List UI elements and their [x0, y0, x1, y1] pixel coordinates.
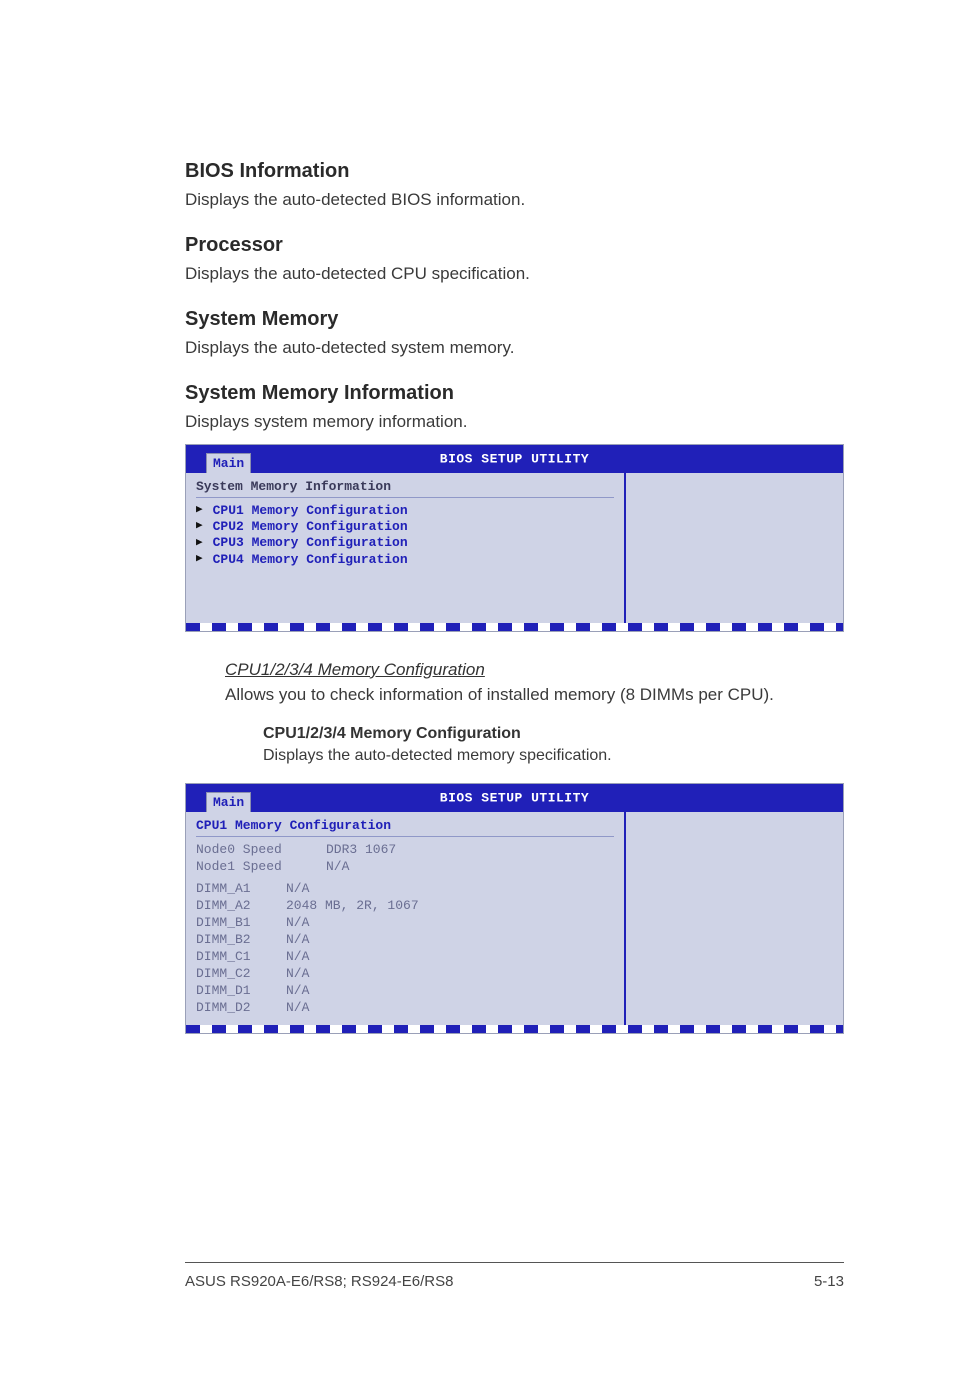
kv-value: N/A	[326, 859, 349, 876]
page-footer: ASUS RS920A-E6/RS8; RS924-E6/RS8 5-13	[185, 1262, 844, 1290]
bios-panel-title: System Memory Information	[196, 479, 614, 498]
bios-left-panel: CPU1 Memory Configuration Node0 SpeedDDR…	[186, 812, 626, 1025]
page-content: BIOS Information Displays the auto-detec…	[0, 0, 954, 1034]
kv-key: Node1 Speed	[196, 859, 326, 876]
kv-key: DIMM_D2	[196, 1000, 286, 1017]
submenu-heading: CPU1/2/3/4 Memory Configuration	[225, 660, 844, 680]
bios-menu-item: ▶ CPU1 Memory Configuration	[196, 503, 614, 519]
heading-system-memory-information: System Memory Information	[185, 382, 844, 405]
bios-menu-item: ▶ CPU4 Memory Configuration	[196, 552, 614, 568]
bios-kv-row: DIMM_A22048 MB, 2R, 1067	[196, 898, 614, 915]
footer-right: 5-13	[814, 1273, 844, 1290]
bios-menu-label: CPU3 Memory Configuration	[213, 535, 408, 551]
bios-header: BIOS SETUP UTILITY Main	[186, 784, 843, 812]
bios-screenshot-2: BIOS SETUP UTILITY Main CPU1 Memory Conf…	[185, 783, 844, 1034]
heading-system-memory: System Memory	[185, 308, 844, 331]
text-system-memory: Displays the auto-detected system memory…	[185, 337, 844, 360]
kv-value: 2048 MB, 2R, 1067	[286, 898, 419, 915]
bios-right-panel	[626, 812, 843, 1025]
kv-key: DIMM_C2	[196, 966, 286, 983]
bios-kv-row: DIMM_B2N/A	[196, 932, 614, 949]
bios-body: System Memory Information ▶ CPU1 Memory C…	[186, 473, 843, 623]
triangle-icon: ▶	[196, 537, 203, 551]
bios-menu-label: CPU2 Memory Configuration	[213, 519, 408, 535]
bios-kv-row: DIMM_C2N/A	[196, 966, 614, 983]
dashed-border	[186, 623, 843, 631]
kv-value: N/A	[286, 949, 309, 966]
kv-key: DIMM_C1	[196, 949, 286, 966]
text-processor: Displays the auto-detected CPU specifica…	[185, 263, 844, 286]
submenu-text: Allows you to check information of insta…	[225, 684, 844, 707]
dashed-border	[186, 1025, 843, 1033]
footer-left: ASUS RS920A-E6/RS8; RS924-E6/RS8	[185, 1273, 453, 1290]
kv-key: DIMM_D1	[196, 983, 286, 1000]
kv-value: N/A	[286, 983, 309, 1000]
kv-value: N/A	[286, 915, 309, 932]
bios-kv-row: DIMM_C1N/A	[196, 949, 614, 966]
kv-value: N/A	[286, 881, 309, 898]
bios-kv-row: Node1 SpeedN/A	[196, 859, 614, 876]
text-system-memory-information: Displays system memory information.	[185, 411, 844, 434]
triangle-icon: ▶	[196, 504, 203, 518]
kv-key: DIMM_A1	[196, 881, 286, 898]
kv-value: N/A	[286, 932, 309, 949]
bios-screenshot-1: BIOS SETUP UTILITY Main System Memory In…	[185, 444, 844, 632]
bios-tab-main: Main	[206, 453, 251, 473]
bios-title: BIOS SETUP UTILITY	[440, 451, 589, 466]
bios-menu-label: CPU1 Memory Configuration	[213, 503, 408, 519]
bios-menu-item: ▶ CPU2 Memory Configuration	[196, 519, 614, 535]
bios-header: BIOS SETUP UTILITY Main	[186, 445, 843, 473]
bios-title: BIOS SETUP UTILITY	[440, 790, 589, 805]
text-bios-information: Displays the auto-detected BIOS informat…	[185, 189, 844, 212]
triangle-icon: ▶	[196, 553, 203, 567]
heading-processor: Processor	[185, 234, 844, 257]
kv-value: N/A	[286, 1000, 309, 1017]
kv-key: DIMM_A2	[196, 898, 286, 915]
kv-key: DIMM_B2	[196, 932, 286, 949]
bios-kv-row: DIMM_B1N/A	[196, 915, 614, 932]
bios-panel-title: CPU1 Memory Configuration	[196, 818, 614, 837]
bios-menu-item: ▶ CPU3 Memory Configuration	[196, 535, 614, 551]
bios-kv-row: DIMM_A1N/A	[196, 881, 614, 898]
bios-kv-row: DIMM_D1N/A	[196, 983, 614, 1000]
kv-key: DIMM_B1	[196, 915, 286, 932]
bios-left-panel: System Memory Information ▶ CPU1 Memory C…	[186, 473, 626, 623]
bios-right-panel	[626, 473, 843, 623]
kv-key: Node0 Speed	[196, 842, 326, 859]
kv-value: DDR3 1067	[326, 842, 396, 859]
sub2-heading: CPU1/2/3/4 Memory Configuration	[263, 725, 844, 743]
kv-value: N/A	[286, 966, 309, 983]
sub2-text: Displays the auto-detected memory specif…	[263, 747, 844, 765]
heading-bios-information: BIOS Information	[185, 160, 844, 183]
bios-body: CPU1 Memory Configuration Node0 SpeedDDR…	[186, 812, 843, 1025]
bios-kv-row: DIMM_D2N/A	[196, 1000, 614, 1017]
bios-kv-row: Node0 SpeedDDR3 1067	[196, 842, 614, 859]
bios-tab-main: Main	[206, 792, 251, 812]
triangle-icon: ▶	[196, 520, 203, 534]
bios-menu-label: CPU4 Memory Configuration	[213, 552, 408, 568]
